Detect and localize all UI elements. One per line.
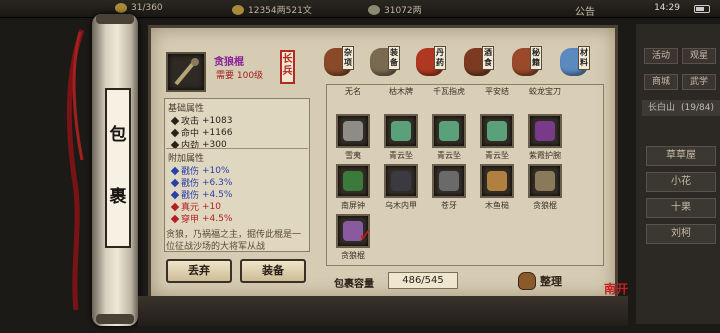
weapon-type-seal: 长兵 xyxy=(280,50,295,84)
stats-divider xyxy=(166,148,308,149)
item-label: 南屏钟 xyxy=(341,201,365,210)
item-icon xyxy=(487,171,507,191)
base-stats-title: 基础属性 xyxy=(168,104,205,114)
capacity-value: 486/545 xyxy=(388,272,458,289)
inventory-slot[interactable] xyxy=(384,114,418,148)
scroll-tassel-icon xyxy=(66,29,85,311)
inventory-slot[interactable] xyxy=(336,164,370,198)
selected-item-icon xyxy=(166,52,206,92)
item-label: 木鱼槌 xyxy=(485,201,509,210)
title-char-1: 包 xyxy=(109,125,127,145)
category-tab[interactable]: 酒食 xyxy=(462,44,502,84)
capacity-label: 包裹容量 xyxy=(334,279,374,290)
item-label: 贪狼棍 xyxy=(533,201,557,210)
party-member-4[interactable]: 刘柯 xyxy=(646,224,716,244)
item-description: 贪狼，乃祸福之主，掘传此棍是一位征战沙场的大将军从战 xyxy=(166,230,302,251)
scroll-cap-top xyxy=(96,14,134,24)
stamina-value: 31/360 xyxy=(131,3,163,13)
category-tab[interactable]: 杂项 xyxy=(322,44,362,84)
item-icon xyxy=(391,171,411,191)
inventory-slot[interactable] xyxy=(384,164,418,198)
stamina-counter: 31/360 xyxy=(115,3,163,13)
title-char-2: 裹 xyxy=(109,187,127,207)
item-icon xyxy=(487,121,507,141)
inventory-title-plate: 包 裹 xyxy=(105,88,131,248)
inventory-slot[interactable] xyxy=(528,114,562,148)
coin-icon xyxy=(232,4,244,15)
silver-value: 31072两 xyxy=(384,6,422,16)
clock: 14:29 xyxy=(654,3,680,13)
inventory-slot[interactable] xyxy=(480,164,514,198)
item-label: 青云坠 xyxy=(389,151,413,160)
item-label: 雪夷 xyxy=(345,151,361,160)
inventory-slot[interactable] xyxy=(480,114,514,148)
category-label: 杂项 xyxy=(342,46,354,70)
notice-button[interactable]: 公告 xyxy=(575,3,595,18)
item-label: 平安结 xyxy=(485,87,509,96)
extra-stat-row: 穿甲 +4.5% xyxy=(170,212,232,225)
item-name: 贪狼棍 xyxy=(214,57,244,68)
selected-check-icon: ✓ xyxy=(358,225,374,246)
item-icon xyxy=(343,171,363,191)
equip-button[interactable]: 装备 xyxy=(240,259,306,283)
item-label: 千瓦指虎 xyxy=(433,87,465,96)
silver-counter: 31072两 xyxy=(368,3,422,16)
category-label: 酒食 xyxy=(482,46,494,70)
item-label: 乌木内甲 xyxy=(385,201,417,210)
stamina-icon xyxy=(115,3,127,13)
category-tab[interactable]: 秘籍 xyxy=(510,44,550,84)
item-label: 枯木牌 xyxy=(389,87,413,96)
money-counter: 12354两521文 xyxy=(232,3,312,16)
item-label: 蛟龙宝刀 xyxy=(529,87,561,96)
category-tab[interactable]: 装备 xyxy=(368,44,408,84)
silver-icon xyxy=(368,4,380,15)
item-icon xyxy=(391,121,411,141)
inventory-slot[interactable] xyxy=(528,164,562,198)
martial-button[interactable]: 武学 xyxy=(682,74,716,90)
bag-icon xyxy=(518,272,536,290)
item-label: 青云坠 xyxy=(437,151,461,160)
item-label: 无名 xyxy=(345,87,361,96)
inventory-slot[interactable] xyxy=(336,114,370,148)
extra-stats-title: 附加属性 xyxy=(168,154,205,164)
money-value: 12354两521文 xyxy=(248,6,312,16)
party-member-3[interactable]: 十果 xyxy=(646,198,716,218)
inventory-slot[interactable] xyxy=(432,114,466,148)
corner-stamp: 南开 xyxy=(604,282,629,296)
category-label: 秘籍 xyxy=(530,46,542,70)
item-label: 贪狼棍 xyxy=(341,251,365,260)
scroll-cap-bottom xyxy=(96,314,134,324)
battery-icon xyxy=(694,5,710,13)
shop-button[interactable]: 商城 xyxy=(644,74,678,90)
location-row[interactable]: 长白山 (19/84) xyxy=(642,100,720,116)
category-tab[interactable]: 丹药 xyxy=(414,44,454,84)
sort-button[interactable]: 整理 xyxy=(518,270,574,292)
item-icon xyxy=(343,121,363,141)
item-label: 青云坠 xyxy=(485,151,509,160)
category-tab[interactable]: 材料 xyxy=(558,44,598,84)
discard-button[interactable]: 丢弃 xyxy=(166,259,232,283)
side-menu: 活动 观星 商城 武学 长白山 (19/84) 草草屋 小花 十果 刘柯 xyxy=(636,24,720,324)
item-requirement: 需要 100级 xyxy=(216,71,264,81)
base-stat-row: 内劲 +300 xyxy=(170,138,227,151)
item-label: 苍牙 xyxy=(441,201,457,210)
category-label: 装备 xyxy=(388,46,400,70)
inventory-slot[interactable] xyxy=(432,164,466,198)
party-member-2[interactable]: 小花 xyxy=(646,172,716,192)
item-icon xyxy=(535,171,555,191)
item-label: 紫霞护腕 xyxy=(529,151,561,160)
panel-footer-bar xyxy=(138,296,628,326)
item-icon xyxy=(439,121,459,141)
category-label: 丹药 xyxy=(434,46,446,70)
category-label: 材料 xyxy=(578,46,590,70)
party-member-1[interactable]: 草草屋 xyxy=(646,146,716,166)
stargaze-button[interactable]: 观星 xyxy=(682,48,716,64)
item-icon xyxy=(439,171,459,191)
activity-button[interactable]: 活动 xyxy=(644,48,678,64)
item-icon xyxy=(535,121,555,141)
